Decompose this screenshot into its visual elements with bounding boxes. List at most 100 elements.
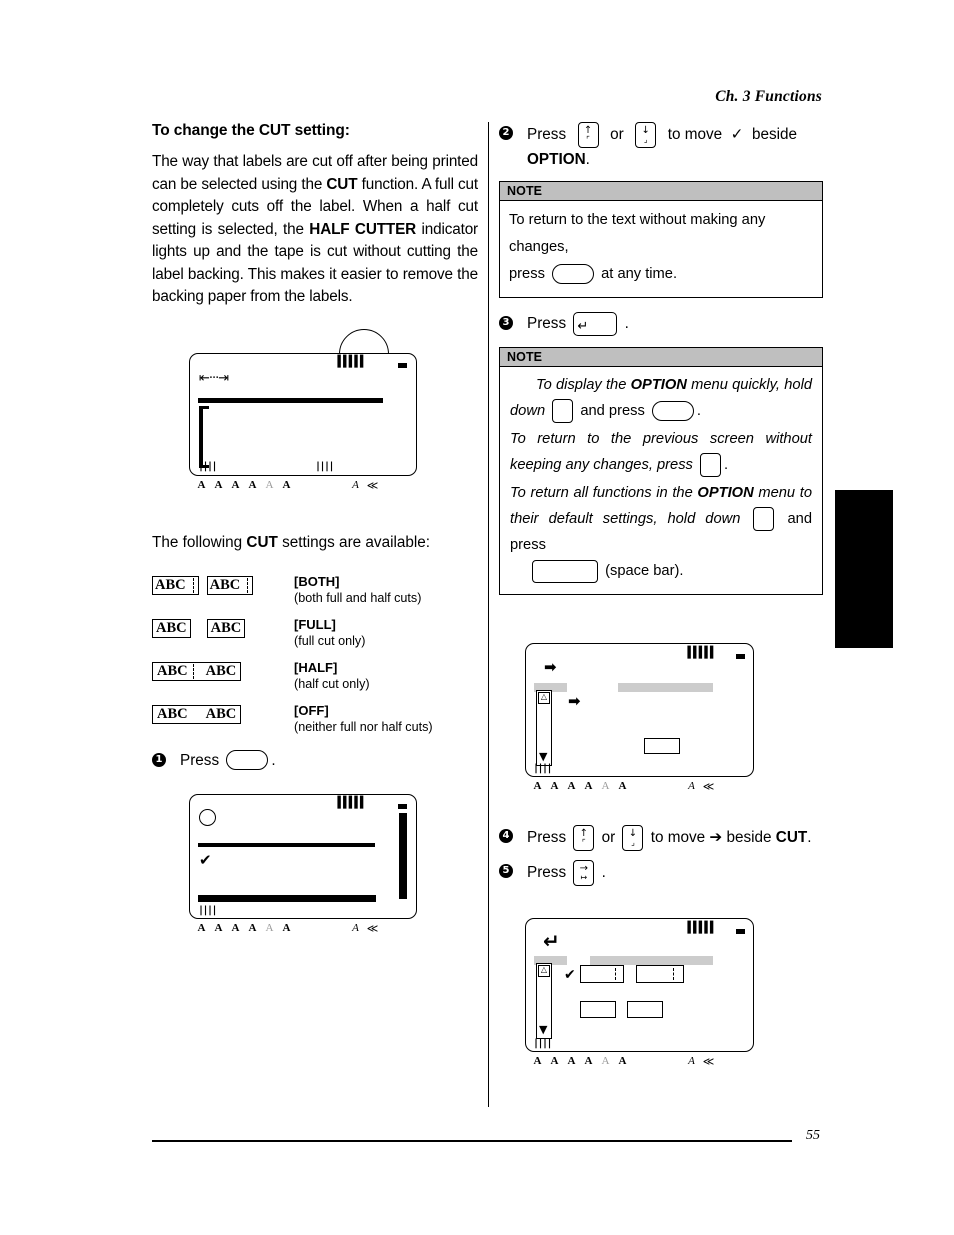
lcd-2-status-row: A A A A A A A ≪ [193,922,393,935]
up-arrow-key[interactable]: ↑ ⌜ [573,825,595,851]
battery-icon [398,803,407,809]
step-5-number: 5 [499,864,513,878]
tape-cartridge-icon: △ [538,965,550,977]
cut-desc: (half cut only) [294,676,370,691]
status-icon-a7: A [688,1055,695,1067]
label-block: ABC ABC [152,704,242,724]
lcd-divider-rule-top [198,842,375,847]
cut-text-off: [OFF] (neither full nor half cuts) [294,703,478,735]
label-text: ABC [156,619,187,636]
cut-name: [BOTH] [294,573,340,589]
status-icon-a5: A [601,780,610,792]
enter-arrow-icon: ↵ [543,929,560,953]
checkmark-icon: ✓ [730,125,744,144]
status-icon-a6: A [618,1055,627,1067]
lcd-screen-3-wrapper: ▐▐▐▐▐ ➡ △ ▼ ➡ |||| A A A A A A A ≪ [525,643,765,803]
down-arrow-key[interactable]: ↓ ⌟ [622,825,644,851]
step-1-period: . [271,751,276,769]
oval-blank-key[interactable] [552,264,595,285]
half-cut-dash [673,968,674,980]
tape-indicator-icon: ▐▐▐▐▐ [334,795,363,809]
status-icon-a2: A [214,921,223,934]
shift-blank-key[interactable] [552,399,574,424]
full-cut-gap [191,619,207,638]
tick-marks-mid: |||| [315,460,335,472]
lcd-screen-4: ▐▐▐▐▐ ↵ △ ▼ ✔ |||| [525,918,754,1052]
text-cursor-top-serif [199,405,209,409]
status-icon-a3: A [567,1055,576,1067]
note-1-line-a: To return to the text without making any… [509,212,766,255]
step-2-to-move-label: to move [667,126,723,144]
status-icon-a7: A [352,478,359,491]
column-divider [488,122,489,1107]
page-header-chapter: Ch. 3 Functions [715,88,822,105]
status-icon-a6: A [282,478,291,491]
scroll-down-icon[interactable]: ▼ [539,1024,547,1035]
cancel-blank-key[interactable] [700,453,721,478]
note-2-p2-text: To return to the previous screen without… [510,431,812,473]
cut-sample-off: ABC ABC [152,703,294,724]
cut-setting-row: ABC ABC [HALF] (half cut only) [152,660,478,692]
label-block: ABC [152,575,199,595]
cut-option-full[interactable] [636,965,684,983]
circle-icon [199,808,216,826]
status-icon-a2: A [550,1055,559,1067]
status-icon-a6: A [282,921,291,934]
menu-option-box[interactable] [644,738,680,754]
cut-option-half[interactable] [580,1001,616,1018]
cut-text-full: [FULL] (full cut only) [294,617,478,649]
step-4-period: . [807,829,812,847]
battery-icon [736,654,745,659]
label-block: ABC [206,618,246,638]
status-icon-cut: ≪ [366,922,379,935]
status-icon-a5: A [265,921,274,934]
note-2-title: NOTE [500,348,822,367]
down-arrow-key[interactable]: ↓ ⌟ [635,122,657,148]
settings-lead-line: The following CUT settings are available… [152,532,478,554]
down-arrow-sub-glyph: ⌟ [631,838,635,847]
note-2-p3-bold: OPTION [697,485,754,501]
label-block: ABC ABC [152,661,242,681]
shift-blank-key[interactable] [753,507,775,532]
note-1-title: NOTE [500,182,822,201]
note-1-body: To return to the text without making any… [500,201,822,297]
lcd-screen-2: ▐▐▐▐▐ ✔ |||| [189,793,417,919]
enter-key[interactable]: ↵ [573,312,618,336]
text-cursor [199,405,203,468]
space-bar-key[interactable] [532,559,598,583]
checkmark-icon: ✔ [564,967,576,983]
step-5: 5 Press → ↦ . [499,860,823,886]
oval-blank-key[interactable] [651,401,694,422]
note-2-p1-bold: OPTION [630,377,687,393]
half-cut-dash [192,577,194,593]
up-arrow-key[interactable]: ↑ ⌜ [577,122,599,148]
section-heading: To change the CUT setting: [152,122,350,139]
step-5-period: . [601,864,606,882]
note-1-at-any-time-label: at any time. [601,266,678,282]
note-box-2: NOTE To display the OPTION menu quickly,… [499,347,823,595]
chapter-thumb-tab [835,490,893,648]
cut-name: [FULL] [294,616,336,632]
status-icon-cut: ≪ [702,781,715,793]
label-text: ABC [210,619,242,636]
status-icon-a1: A [197,921,206,934]
cut-setting-row: ABC ABC [OFF] (neither full nor half cuts… [152,703,478,735]
cut-option-both[interactable] [580,965,624,983]
status-icon-a7: A [352,921,359,934]
tab-right-key[interactable]: → ↦ [573,860,595,886]
lcd-screen-1-wrapper: ▐▐▐▐▐ ⇤···⇥ |||| |||| A A A A A A A ≪ [182,328,417,504]
step-2: 2 Press ↑ ⌜ or ↓ ⌟ to move ✓ beside OPTION… [499,122,823,171]
lcd-3-status-row: A A A A A A A ≪ [529,780,729,793]
lcd-divider-rule-bottom [198,894,376,902]
step-3: 3 Press ↵ . [499,312,823,336]
half-cut-dash [615,968,616,980]
cut-option-off[interactable] [627,1001,663,1018]
step-4-to-move-label: to move [650,829,706,847]
oval-blank-key[interactable] [226,750,269,771]
note-2-p3-pre: To return all functions in the [510,485,698,501]
note-2-para-3: To return all functions in the OPTION me… [510,480,812,584]
lead-bold: CUT [246,533,278,551]
scroll-down-icon[interactable]: ▼ [539,751,547,762]
status-icon-a7: A [688,780,695,792]
step-4-or-label: or [601,829,616,847]
